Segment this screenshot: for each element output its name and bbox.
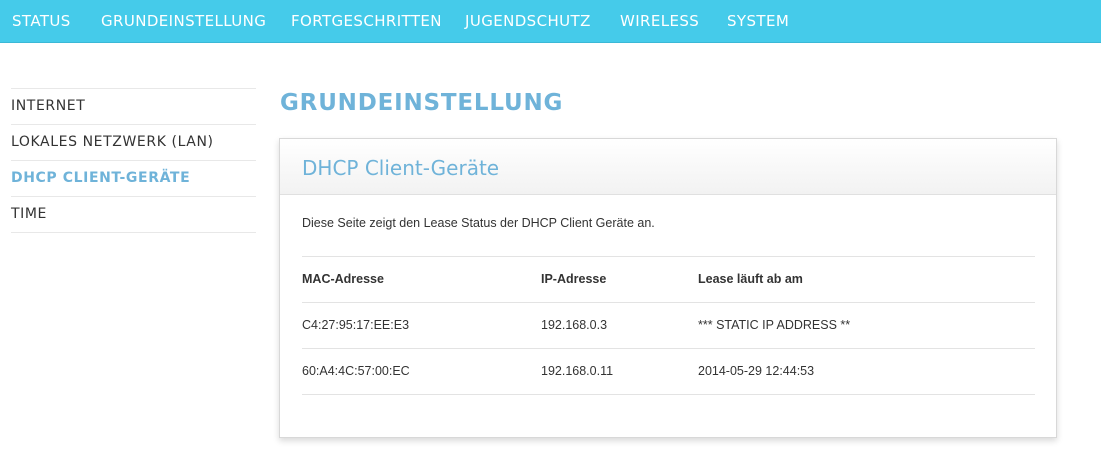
cell-lease: 2014-05-29 12:44:53 — [698, 364, 815, 378]
cell-mac: 60:A4:4C:57:00:EC — [302, 364, 410, 378]
column-header-lease: Lease läuft ab am — [698, 272, 803, 286]
page-title: GRUNDEINSTELLUNG — [280, 90, 564, 116]
sidebar-item-time[interactable]: TIME — [11, 196, 256, 233]
table-row: C4:27:95:17:EE:E3 192.168.0.3 *** STATIC… — [302, 302, 1035, 348]
sidebar-menu: INTERNET LOKALES NETZWERK (LAN) DHCP CLI… — [11, 88, 256, 233]
nav-jugendschutz[interactable]: JUGENDSCHUTZ — [465, 0, 591, 43]
sidebar-item-lan[interactable]: LOKALES NETZWERK (LAN) — [11, 124, 256, 160]
nav-system[interactable]: SYSTEM — [727, 0, 789, 43]
cell-ip: 192.168.0.3 — [541, 318, 608, 332]
table-row: 60:A4:4C:57:00:EC 192.168.0.11 2014-05-2… — [302, 348, 1035, 395]
nav-grundeinstellung[interactable]: GRUNDEINSTELLUNG — [101, 0, 266, 43]
cell-mac: C4:27:95:17:EE:E3 — [302, 318, 410, 332]
panel-title: DHCP Client-Geräte — [302, 156, 500, 180]
cell-lease: *** STATIC IP ADDRESS ** — [698, 318, 851, 332]
dhcp-clients-panel: DHCP Client-Geräte Diese Seite zeigt den… — [279, 138, 1057, 438]
sidebar-item-internet[interactable]: INTERNET — [11, 88, 256, 124]
sidebar-item-dhcp-clients[interactable]: DHCP CLIENT-GERÄTE — [11, 160, 256, 196]
panel-header: DHCP Client-Geräte — [280, 139, 1056, 195]
cell-ip: 192.168.0.11 — [541, 364, 614, 378]
nav-fortgeschritten[interactable]: FORTGESCHRITTEN — [291, 0, 442, 43]
nav-wireless[interactable]: WIRELESS — [620, 0, 699, 43]
dhcp-client-table: MAC-Adresse IP-Adresse Lease läuft ab am… — [302, 256, 1035, 395]
nav-status[interactable]: STATUS — [12, 0, 71, 43]
top-navigation-bar: STATUS GRUNDEINSTELLUNG FORTGESCHRITTEN … — [0, 0, 1101, 43]
column-header-mac: MAC-Adresse — [302, 272, 384, 286]
panel-description: Diese Seite zeigt den Lease Status der D… — [302, 216, 655, 230]
column-header-ip: IP-Adresse — [541, 272, 607, 286]
table-header-row: MAC-Adresse IP-Adresse Lease läuft ab am — [302, 256, 1035, 302]
